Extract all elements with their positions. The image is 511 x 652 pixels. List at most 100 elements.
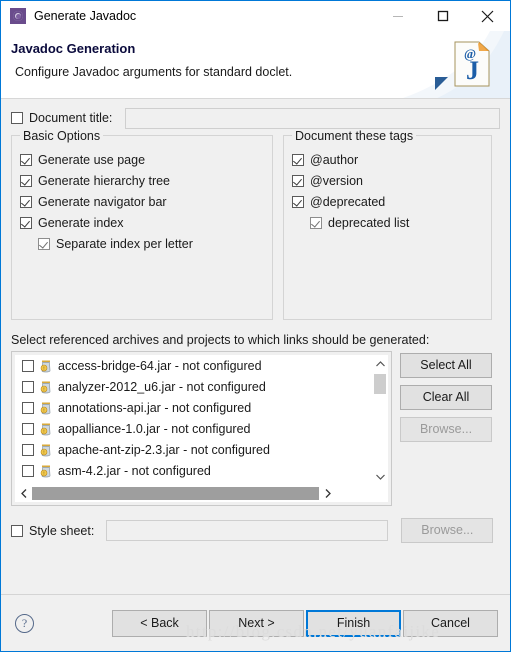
select-all-button[interactable]: Select All <box>400 353 492 378</box>
checkbox[interactable] <box>22 422 34 435</box>
option-generate-index[interactable]: Generate index <box>20 212 264 233</box>
option-tag-author[interactable]: @author <box>292 149 483 170</box>
chevron-left-icon[interactable] <box>15 485 32 502</box>
style-sheet-input[interactable] <box>106 520 389 541</box>
checkbox[interactable] <box>22 380 34 393</box>
checkbox[interactable] <box>292 195 304 208</box>
javadoc-triangle-icon <box>435 77 448 90</box>
document-tags-group: Document these tags @author @version @de… <box>283 129 492 320</box>
document-title-input[interactable] <box>125 107 500 129</box>
svg-text:!: ! <box>43 407 44 412</box>
checkbox[interactable] <box>310 216 322 229</box>
next-button[interactable]: Next > <box>209 609 304 637</box>
page-title: Javadoc Generation <box>11 41 136 56</box>
browse-references-button[interactable]: Browse... <box>400 417 492 442</box>
svg-text:J: J <box>466 56 479 85</box>
svg-text:!: ! <box>43 449 44 454</box>
option-label: @version <box>310 173 363 188</box>
checkbox[interactable] <box>22 443 34 456</box>
window-title: Generate Javadoc <box>34 9 137 23</box>
jar-warning-icon: ! <box>40 360 51 372</box>
chevron-down-icon[interactable] <box>372 468 388 485</box>
finish-button[interactable]: Finish <box>306 609 401 637</box>
wizard-navigation-buttons: < Back Next > Finish Cancel <box>112 609 498 637</box>
list-item[interactable]: ! aopalliance-1.0.jar - not configured <box>15 418 371 439</box>
checkbox[interactable] <box>20 195 32 208</box>
maximize-icon <box>437 10 448 22</box>
list-item-label: annotations-api.jar - not configured <box>58 400 252 415</box>
option-label: Generate navigator bar <box>38 194 167 209</box>
basic-options-group: Basic Options Generate use page Generate… <box>11 129 273 320</box>
checkbox[interactable] <box>22 464 34 477</box>
list-item-label: analyzer-2012_u6.jar - not configured <box>58 379 266 394</box>
list-item-label: asm-4.2.jar - not configured <box>58 463 211 478</box>
checkbox[interactable] <box>20 174 32 187</box>
jar-warning-icon: ! <box>40 444 51 456</box>
svg-text:!: ! <box>43 470 44 475</box>
style-sheet-row: Style sheet: Browse... <box>11 518 500 543</box>
chevron-up-icon[interactable] <box>372 355 388 372</box>
option-label: @deprecated <box>310 194 386 209</box>
vertical-scrollbar-thumb[interactable] <box>374 374 386 394</box>
references-listbox[interactable]: ! access-bridge-64.jar - not configured … <box>11 351 392 506</box>
option-separate-index-per-letter[interactable]: Separate index per letter <box>38 233 264 254</box>
option-generate-use-page[interactable]: Generate use page <box>20 149 264 170</box>
references-list-items: ! access-bridge-64.jar - not configured … <box>15 355 371 485</box>
jar-warning-icon: ! <box>40 381 51 393</box>
svg-text:!: ! <box>43 428 44 433</box>
clear-all-button[interactable]: Clear All <box>400 385 492 410</box>
references-area: ! access-bridge-64.jar - not configured … <box>11 351 500 506</box>
vertical-scrollbar[interactable] <box>371 355 388 485</box>
horizontal-scrollbar-thumb[interactable] <box>32 487 319 500</box>
option-label: @author <box>310 152 359 167</box>
document-title-checkbox[interactable] <box>11 112 23 124</box>
document-title-label: Document title: <box>29 111 113 125</box>
option-label: Generate hierarchy tree <box>38 173 171 188</box>
list-item[interactable]: ! analyzer-2012_u6.jar - not configured <box>15 376 371 397</box>
javadoc-page-icon: @ J <box>454 41 490 87</box>
cancel-button[interactable]: Cancel <box>403 609 498 637</box>
help-icon[interactable]: ? <box>15 613 34 633</box>
list-item[interactable]: ! apache-ant-zip-2.3.jar - not configure… <box>15 439 371 460</box>
browse-style-sheet-button[interactable]: Browse... <box>401 518 494 543</box>
dialog-footer: ? < Back Next > Finish Cancel http://blo… <box>1 594 510 651</box>
jar-warning-icon: ! <box>40 465 51 477</box>
references-buttons: Select All Clear All Browse... <box>400 351 492 506</box>
chevron-right-icon[interactable] <box>319 485 336 502</box>
style-sheet-checkbox[interactable] <box>11 524 23 537</box>
option-tag-deprecated[interactable]: @deprecated <box>292 191 483 212</box>
minimize-icon <box>392 16 403 17</box>
option-generate-navigator-bar[interactable]: Generate navigator bar <box>20 191 264 212</box>
list-item-label: aopalliance-1.0.jar - not configured <box>58 421 251 436</box>
wizard-header: Javadoc Generation Configure Javadoc arg… <box>1 31 510 99</box>
document-tags-title: Document these tags <box>292 129 417 143</box>
list-item-label: apache-ant-zip-2.3.jar - not configured <box>58 442 270 457</box>
option-label: deprecated list <box>328 215 410 230</box>
svg-text:!: ! <box>43 365 44 370</box>
option-tag-version[interactable]: @version <box>292 170 483 191</box>
horizontal-scrollbar[interactable] <box>15 485 388 502</box>
checkbox[interactable] <box>292 174 304 187</box>
document-title-row: Document title: <box>11 107 500 129</box>
references-label: Select referenced archives and projects … <box>11 333 430 347</box>
generate-javadoc-dialog: Generate Javadoc Javadoc Generation Conf… <box>0 0 511 652</box>
checkbox[interactable] <box>20 216 32 229</box>
option-deprecated-list[interactable]: deprecated list <box>310 212 483 233</box>
gear-icon <box>10 8 26 24</box>
list-item[interactable]: ! asm-4.2.jar - not configured <box>15 460 371 481</box>
title-bar: Generate Javadoc <box>1 1 510 31</box>
option-generate-hierarchy-tree[interactable]: Generate hierarchy tree <box>20 170 264 191</box>
minimize-button[interactable] <box>375 2 420 31</box>
checkbox[interactable] <box>20 153 32 166</box>
checkbox[interactable] <box>38 237 50 250</box>
checkbox[interactable] <box>292 153 304 166</box>
back-button[interactable]: < Back <box>112 609 207 637</box>
close-button[interactable] <box>465 2 510 31</box>
list-item[interactable]: ! access-bridge-64.jar - not configured <box>15 355 371 376</box>
jar-warning-icon: ! <box>40 402 51 414</box>
basic-options-title: Basic Options <box>20 129 104 143</box>
checkbox[interactable] <box>22 359 34 372</box>
checkbox[interactable] <box>22 401 34 414</box>
maximize-button[interactable] <box>420 2 465 31</box>
list-item[interactable]: ! annotations-api.jar - not configured <box>15 397 371 418</box>
